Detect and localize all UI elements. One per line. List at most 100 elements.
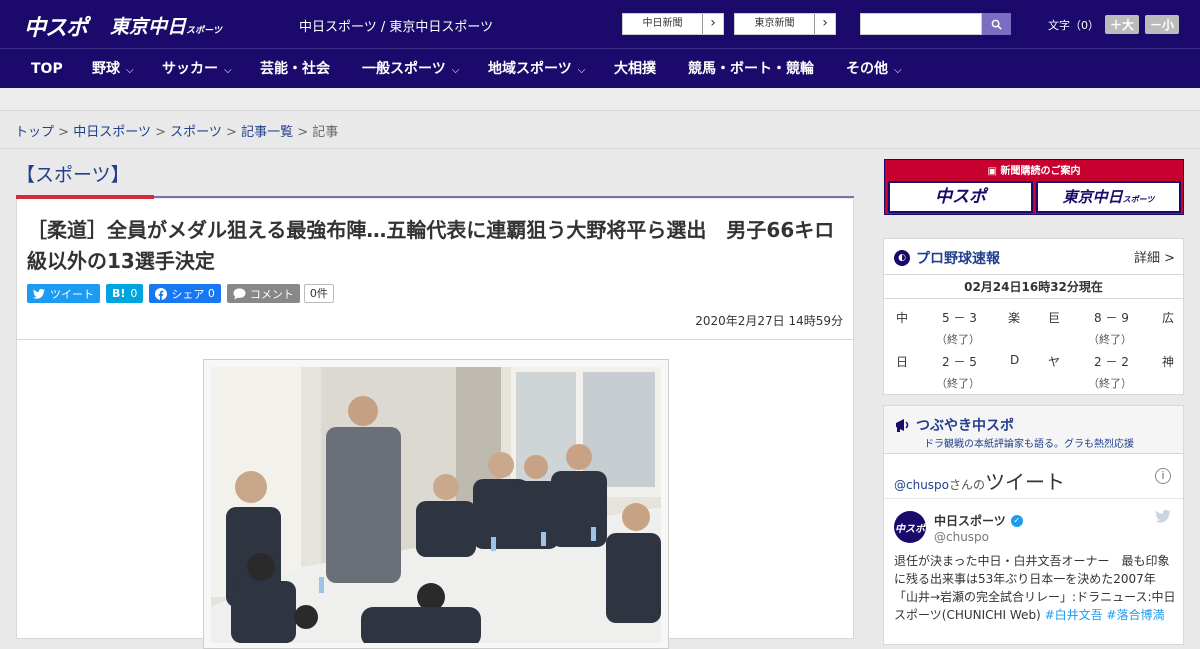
twitter-bird-icon	[33, 288, 45, 299]
article-card: ［柔道］全員がメダル狙える最強布陣…五輪代表に連覇狙う大野将平ら選出 男子66キ…	[16, 199, 855, 649]
game-score[interactable]: ヤ 2 － 2 神 （終了）	[1048, 353, 1188, 397]
timeline-word: ツイート	[985, 470, 1066, 494]
nav-item-other[interactable]: その他 ⌵	[846, 49, 902, 89]
font-size-down-button[interactable]: －小	[1145, 15, 1180, 34]
twitter-widget: つぶやき中スポ ドラ観戦の本紙評論家も語る。グラも熱烈応援 @chuspoさんの…	[883, 405, 1184, 645]
chevron-right-icon: ›	[822, 15, 828, 31]
nav-item-entertainment[interactable]: 芸能・社会	[260, 49, 330, 89]
twitter-bird-icon[interactable]	[1155, 509, 1171, 527]
nav-label: TOP	[31, 61, 63, 77]
newspaper-icon: ▣	[987, 166, 1001, 177]
search-button[interactable]	[982, 13, 1011, 35]
hatena-bookmark-button[interactable]: B! 0	[106, 284, 144, 303]
breadcrumb-current: 記事	[312, 125, 339, 140]
avatar[interactable]: 中スポ	[894, 511, 926, 543]
tokyo-chunichi-logo[interactable]: 東京中日スポーツ	[110, 12, 222, 39]
divider	[0, 148, 1200, 149]
breadcrumb-link[interactable]: 記事一覧	[241, 125, 293, 140]
breadcrumb-link[interactable]: トップ	[15, 125, 54, 140]
chevron-down-icon: ⌵	[451, 65, 460, 76]
article-photo[interactable]	[211, 367, 661, 643]
chevron-down-icon: ⌵	[894, 65, 902, 76]
comment-count: 0件	[303, 284, 334, 303]
score: 8 － 9	[1094, 311, 1129, 325]
sub-header-band	[0, 88, 1200, 111]
breadcrumb-link[interactable]: スポーツ	[170, 125, 222, 140]
chunichi-shimbun-button[interactable]: 中日新聞 ›	[622, 13, 724, 35]
comment-label: コメント	[249, 287, 294, 301]
subscription-title-text: 新聞購読のご案内	[1000, 166, 1081, 177]
score: 2 － 5	[942, 355, 977, 369]
nav-item-general-sports[interactable]: 一般スポーツ ⌵	[362, 49, 459, 89]
btn2-small: スポーツ	[1122, 195, 1155, 204]
home-team: 巨	[1048, 311, 1061, 325]
breadcrumb-link[interactable]: 中日スポーツ	[73, 125, 151, 140]
nav-label: 野球	[92, 61, 120, 77]
game-score[interactable]: 巨 8 － 9 広 （終了）	[1048, 309, 1188, 353]
baseball-header: ◐ プロ野球速報 詳細 >	[884, 239, 1183, 275]
game-score[interactable]: 日 2 － 5 D （終了）	[896, 353, 1036, 397]
away-team: 広	[1162, 311, 1175, 325]
tweet-hashtags[interactable]: #白井文吾 #落合博満	[1045, 608, 1165, 622]
game-status: （終了）	[1088, 377, 1132, 390]
comment-button[interactable]: コメント	[226, 284, 300, 303]
baseball-details-link[interactable]: 詳細 >	[1134, 247, 1175, 266]
breadcrumb-separator: >	[226, 125, 237, 140]
game-status: （終了）	[936, 333, 980, 346]
baseball-timestamp: 02月24日16時32分現在	[884, 275, 1183, 299]
timeline-header: @chuspoさんのツイート i	[884, 454, 1183, 499]
chuspo-logo[interactable]: 中スポ	[24, 10, 88, 42]
facebook-label: シェア	[171, 287, 205, 301]
info-icon[interactable]: i	[1155, 468, 1171, 484]
tweet-label: ツイート	[50, 287, 94, 301]
verified-icon: ✓	[1010, 514, 1023, 527]
logo2-small: スポーツ	[186, 26, 222, 36]
away-team: 楽	[1008, 311, 1021, 325]
chevron-down-icon: ⌵	[224, 65, 232, 76]
timeline-title: @chuspoさんのツイート	[894, 466, 1065, 495]
nav-item-sumo[interactable]: 大相撲	[614, 49, 656, 89]
nav-item-baseball[interactable]: 野球 ⌵	[92, 49, 134, 89]
twitter-widget-title: つぶやき中スポ	[894, 415, 1014, 435]
nav-item-soccer[interactable]: サッカー ⌵	[162, 49, 232, 89]
away-team: 神	[1162, 355, 1175, 369]
timeline-handle-link[interactable]: @chuspo	[894, 478, 949, 492]
chuspo-subscribe-button[interactable]: 中スポ	[888, 181, 1033, 213]
hatena-count: 0	[130, 287, 138, 300]
score: 5 － 3	[942, 311, 977, 325]
subscription-banner: ▣ 新聞購読のご案内 中スポ 東京中日スポーツ	[884, 159, 1184, 215]
subscription-title: ▣ 新聞購読のご案内	[885, 162, 1183, 177]
tweet-account-name[interactable]: 中日スポーツ ✓	[934, 512, 1023, 529]
breadcrumb-separator: >	[297, 125, 309, 140]
breadcrumb: トップ > 中日スポーツ > スポーツ > 記事一覧 > 記事	[15, 121, 338, 140]
search-icon	[991, 19, 1002, 30]
nav-label: その他	[846, 61, 888, 77]
nav-label: 大相撲	[614, 61, 656, 77]
megaphone-icon	[896, 419, 909, 432]
top-header: 中スポ 東京中日スポーツ 中日スポーツ / 東京中日スポーツ 中日新聞 › 東京…	[0, 0, 1200, 48]
chevron-down-icon: ⌵	[577, 65, 586, 76]
comment-icon	[233, 287, 246, 299]
home-team: 中	[896, 311, 909, 325]
search-input[interactable]	[860, 13, 982, 35]
game-status: （終了）	[1088, 333, 1132, 346]
share-buttons: ツイート B! 0 シェア 0 コメント 0件	[27, 284, 334, 303]
nav-item-regional-sports[interactable]: 地域スポーツ ⌵	[488, 49, 585, 89]
font-size-up-button[interactable]: ＋大	[1105, 15, 1140, 34]
tweet-account-handle[interactable]: @chuspo	[934, 530, 989, 544]
site-names: 中日スポーツ / 東京中日スポーツ	[299, 20, 494, 35]
divider	[17, 339, 855, 340]
nav-label: 地域スポーツ	[488, 61, 572, 77]
tokyo-chunichi-subscribe-button[interactable]: 東京中日スポーツ	[1036, 181, 1181, 213]
nav-item-top[interactable]: TOP	[31, 49, 63, 89]
tokyo-shimbun-button[interactable]: 東京新聞 ›	[734, 13, 836, 35]
facebook-share-button[interactable]: シェア 0	[149, 284, 221, 303]
hatena-icon: B!	[112, 287, 126, 300]
baseball-icon: ◐	[894, 250, 910, 266]
article-headline: ［柔道］全員がメダル狙える最強布陣…五輪代表に連覇狙う大野将平ら選出 男子66キ…	[27, 218, 835, 273]
nav-label: 芸能・社会	[260, 61, 330, 77]
game-score[interactable]: 中 5 － 3 楽 （終了）	[896, 309, 1036, 353]
game-status: （終了）	[936, 377, 980, 390]
nav-item-racing[interactable]: 競馬・ボート・競輪	[688, 49, 814, 89]
tweet-button[interactable]: ツイート	[27, 284, 100, 303]
